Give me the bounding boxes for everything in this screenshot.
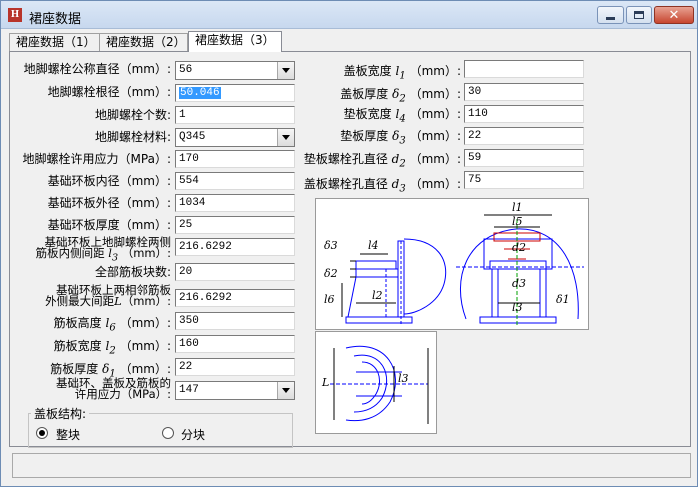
ring-outer-diameter-label: 基础环板外径（mm）:: [47, 196, 171, 210]
close-button[interactable]: ✕: [654, 6, 694, 24]
skirt-plan-figure: L l3: [315, 331, 437, 434]
bolt-root-diameter-label: 地脚螺栓根径（mm）:: [47, 85, 171, 99]
l3-label: l3: [512, 301, 523, 314]
dropdown-arrow-icon[interactable]: [277, 62, 294, 79]
l6-label: l6: [324, 293, 335, 306]
pad-width-label: 垫板宽度 l4 （mm）:: [343, 107, 461, 125]
bolt-material-value: Q345: [179, 131, 206, 143]
cover-bolt-hole-input[interactable]: 75: [464, 171, 584, 189]
rib-outer-spacing-label-line2: 外侧最大间距L（mm）:: [45, 294, 171, 308]
cover-thickness-input[interactable]: 30: [464, 83, 584, 101]
bolt-root-diameter-value: 50.046: [179, 87, 221, 99]
allowable-stress-label: 基础环、盖板及筋板的 许用应力（MPa）:: [11, 377, 171, 401]
status-bar: [12, 453, 691, 478]
cover-width-label: 盖板宽度 l1 （mm）:: [343, 64, 461, 82]
bolt-material-select[interactable]: Q345: [175, 128, 295, 147]
bolt-allowable-stress-input[interactable]: 170: [175, 150, 295, 168]
d3-label: d3: [512, 277, 526, 290]
l2-label: l2: [372, 289, 383, 302]
rib-width-label: 筋板宽度 l2 （mm）:: [53, 339, 171, 357]
cover-width-input[interactable]: [464, 60, 584, 78]
rib-inner-spacing-input[interactable]: 216.6292: [175, 238, 295, 256]
cover-whole-radio[interactable]: [36, 427, 48, 439]
tab-skirt-data-1[interactable]: 裙座数据（1）: [9, 33, 100, 51]
ring-outer-diameter-input[interactable]: 1034: [175, 194, 295, 212]
allowable-stress-select[interactable]: 147: [175, 381, 295, 400]
bolt-nominal-diameter-select[interactable]: 56: [175, 61, 295, 80]
bolt-count-input[interactable]: 1: [175, 106, 295, 124]
rib-height-label: 筋板高度 l6 （mm）:: [53, 316, 171, 334]
pad-thickness-input[interactable]: 22: [464, 127, 584, 145]
radio-selected-dot: [39, 430, 45, 436]
skirt-section-figure: δ3 δ2 l4 l6 l2 l1 l5 d2 d3 l3 δ1: [315, 198, 589, 330]
l4-label: l4: [368, 239, 379, 252]
tab-skirt-data-3[interactable]: 裙座数据（3）: [188, 31, 282, 52]
skirt-plan-drawing: L l3: [321, 345, 429, 424]
l5-label: l5: [512, 215, 523, 228]
pad-thickness-label: 垫板厚度 δ3 （mm）:: [340, 129, 461, 147]
dropdown-arrow-icon[interactable]: [277, 382, 294, 399]
ring-inner-diameter-label: 基础环板内径（mm）:: [47, 174, 171, 188]
rib-inner-spacing-label-line2: 筋板内侧间距 l3 （mm）:: [35, 246, 171, 264]
rib-thickness-input[interactable]: 22: [175, 358, 295, 376]
maximize-icon: [634, 11, 644, 19]
l3-plan-label: l3: [398, 372, 409, 385]
cover-thickness-label: 盖板厚度 δ2 （mm）:: [340, 87, 461, 105]
title-bar[interactable]: H 裙座数据 ✕: [1, 1, 697, 29]
bolt-material-label: 地脚螺栓材料:: [94, 130, 171, 144]
delta1-label: δ1: [556, 293, 570, 306]
minimize-icon: [606, 16, 615, 20]
cover-split-label[interactable]: 分块: [181, 426, 205, 443]
bolt-count-label: 地脚螺栓个数:: [94, 108, 171, 122]
delta2-label: δ2: [324, 267, 338, 280]
allowable-stress-label-line2: 许用应力（MPa）:: [74, 387, 171, 401]
delta3-label: δ3: [324, 239, 338, 252]
tab-skirt-data-2[interactable]: 裙座数据（2）: [99, 33, 188, 51]
ring-thickness-input[interactable]: 25: [175, 216, 295, 234]
L-label: L: [321, 376, 329, 389]
minimize-button[interactable]: [597, 6, 624, 24]
dropdown-arrow-icon[interactable]: [277, 129, 294, 146]
window-title: 裙座数据: [29, 12, 82, 27]
rib-total-count-input[interactable]: 20: [175, 263, 295, 281]
main-window: H 裙座数据 ✕ 裙座数据（1） 裙座数据（2） 裙座数据（3） 地脚螺栓公称直…: [0, 0, 698, 487]
close-icon: ✕: [668, 7, 680, 23]
bolt-root-diameter-input[interactable]: 50.046: [175, 84, 295, 102]
pad-bolt-hole-input[interactable]: 59: [464, 149, 584, 167]
app-icon: H: [8, 8, 22, 22]
rib-total-count-label: 全部筋板块数:: [94, 265, 171, 279]
allowable-stress-value: 147: [179, 384, 199, 396]
d2-label: d2: [512, 241, 526, 254]
rib-height-input[interactable]: 350: [175, 312, 295, 330]
ring-thickness-label: 基础环板厚度（mm）:: [47, 218, 171, 232]
rib-outer-spacing-input[interactable]: 216.6292: [175, 289, 295, 307]
rib-outer-spacing-label: 基础环板上两相邻筋板 外侧最大间距L（mm）:: [11, 284, 171, 308]
bolt-allowable-stress-label: 地脚螺栓许用应力（MPa）:: [22, 152, 171, 166]
bolt-nominal-diameter-value: 56: [179, 64, 193, 76]
cover-bolt-hole-label: 盖板螺栓孔直径 d3 （mm）:: [303, 177, 461, 195]
cover-whole-label[interactable]: 整块: [56, 426, 80, 443]
cover-split-radio[interactable]: [162, 427, 174, 439]
pad-bolt-hole-label: 垫板螺栓孔直径 d2 （mm）:: [303, 152, 461, 170]
cover-structure-title: 盖板结构:: [31, 405, 90, 422]
skirt-section-drawing: δ3 δ2 l4 l6 l2 l1 l5 d2 d3 l3 δ1: [324, 201, 584, 325]
l1-label: l1: [512, 201, 523, 214]
rib-width-input[interactable]: 160: [175, 335, 295, 353]
ring-inner-diameter-input[interactable]: 554: [175, 172, 295, 190]
bolt-nominal-diameter-label: 地脚螺栓公称直径（mm）:: [23, 62, 171, 76]
pad-width-input[interactable]: 110: [464, 105, 584, 123]
rib-inner-spacing-label: 基础环板上地脚螺栓两侧 筋板内侧间距 l3 （mm）:: [11, 236, 171, 264]
maximize-button[interactable]: [626, 6, 652, 24]
